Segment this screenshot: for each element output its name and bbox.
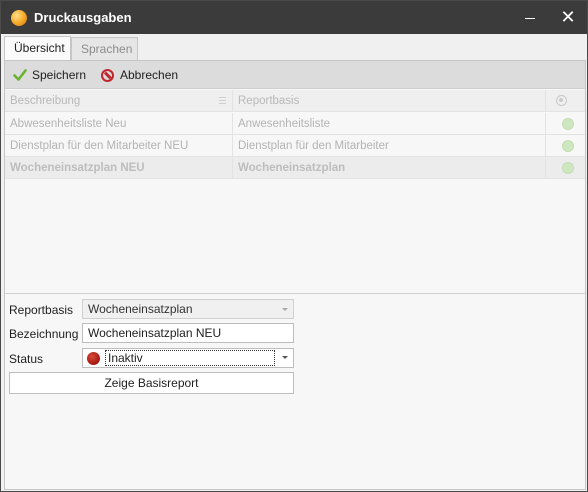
reportbasis-label: Reportbasis	[9, 303, 74, 317]
cancel-label: Abbrechen	[120, 68, 179, 82]
table-row[interactable]: Dienstplan für den Mitarbeiter NEU Diens…	[5, 135, 585, 157]
splitter[interactable]	[5, 293, 585, 294]
show-base-report-button[interactable]: Zeige Basisreport	[9, 372, 294, 394]
status-active-dot-icon	[562, 118, 574, 130]
reportbasis-value: Wocheneinsatzplan	[88, 302, 193, 316]
bezeichnung-field[interactable]: Wocheneinsatzplan NEU	[82, 323, 294, 343]
save-label: Speichern	[32, 68, 87, 82]
app-logo-icon	[11, 10, 27, 26]
cancel-button[interactable]: Abbrechen	[101, 65, 178, 85]
status-select[interactable]: Inaktiv	[82, 348, 294, 368]
tab-uebersicht[interactable]: Übersicht	[4, 36, 71, 61]
checkmark-icon	[13, 69, 27, 81]
tab-sprachen[interactable]: Sprachen	[71, 37, 138, 60]
status-active-dot-icon	[562, 140, 574, 152]
minimize-button[interactable]	[509, 1, 549, 34]
cell-reportbasis: Dienstplan für den Mitarbeiter	[233, 135, 546, 157]
cell-reportbasis: Wocheneinsatzplan	[233, 157, 546, 179]
status-dropdown-toggle[interactable]	[277, 349, 293, 367]
chevron-down-icon	[282, 356, 288, 359]
cell-reportbasis: Anwesenheitsliste	[233, 113, 546, 135]
sort-icon[interactable]	[219, 97, 226, 105]
column-header-status[interactable]	[546, 90, 585, 112]
bezeichnung-label: Bezeichnung	[9, 327, 79, 341]
cell-status	[546, 113, 585, 135]
status-inactive-icon	[87, 352, 100, 365]
overview-panel: Speichern Abbrechen Beschreibung Reportb…	[4, 60, 586, 490]
status-label: Status	[9, 352, 44, 366]
chevron-down-icon	[282, 308, 288, 311]
table-row[interactable]: Abwesenheitsliste Neu Anwesenheitsliste	[5, 113, 585, 135]
table-row-selected[interactable]: Wocheneinsatzplan NEU Wocheneinsatzplan	[5, 157, 585, 179]
toolbar: Speichern Abbrechen	[5, 61, 585, 89]
druckausgaben-window: Druckausgaben ✕ Übersicht Sprachen Speic…	[0, 0, 588, 492]
column-header-beschreibung-label: Beschreibung	[10, 95, 81, 107]
save-button[interactable]: Speichern	[13, 65, 86, 85]
status-column-icon	[556, 95, 567, 106]
grid-header-row: Beschreibung Reportbasis	[5, 90, 585, 112]
cell-beschreibung: Dienstplan für den Mitarbeiter NEU	[5, 135, 233, 157]
status-value: Inaktiv	[105, 350, 275, 366]
title-bar[interactable]: Druckausgaben ✕	[1, 1, 587, 34]
reportbasis-select[interactable]: Wocheneinsatzplan	[82, 299, 294, 319]
cell-status	[546, 135, 585, 157]
column-header-reportbasis[interactable]: Reportbasis	[233, 90, 546, 112]
close-button[interactable]: ✕	[549, 1, 587, 34]
status-active-dot-icon	[562, 162, 574, 174]
cell-beschreibung: Abwesenheitsliste Neu	[5, 113, 233, 135]
cell-beschreibung: Wocheneinsatzplan NEU	[5, 157, 233, 179]
cell-status	[546, 157, 585, 179]
cancel-icon	[101, 68, 114, 82]
column-header-beschreibung[interactable]: Beschreibung	[5, 90, 233, 112]
window-title: Druckausgaben	[34, 10, 132, 25]
